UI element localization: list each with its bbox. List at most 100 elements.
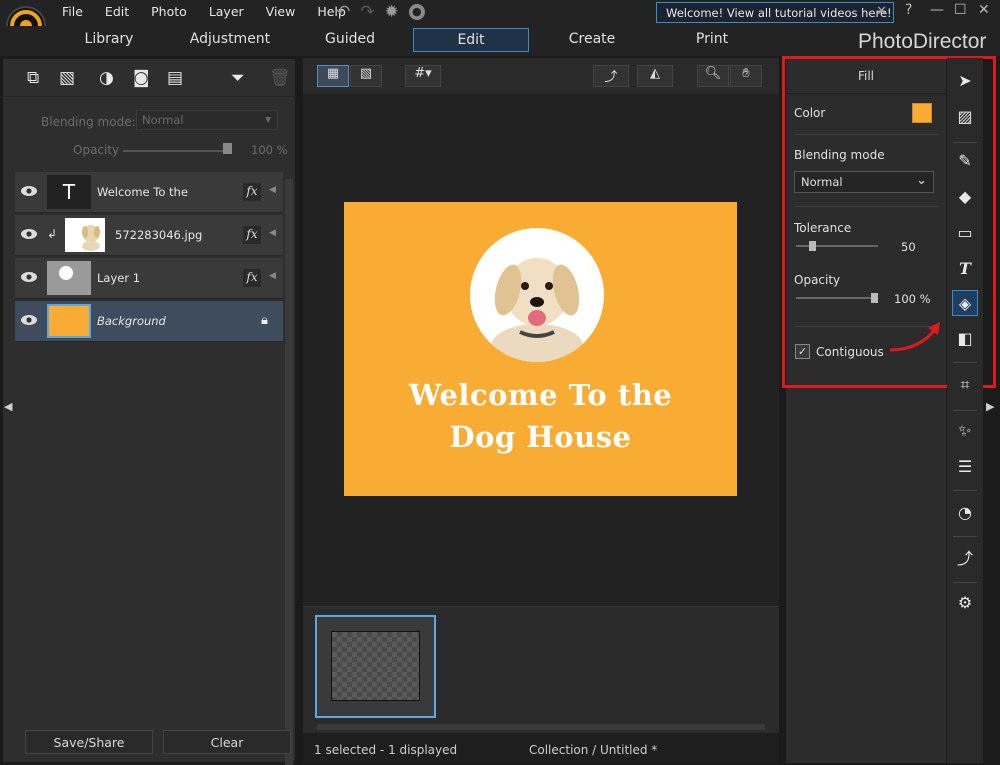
layer-fx-icon[interactable]: fx <box>243 183 261 201</box>
opacity-slider-thumb[interactable] <box>223 143 232 154</box>
layer-name: Background <box>97 314 166 328</box>
close-window-icon[interactable]: ✕ <box>978 2 990 18</box>
layer-mask-icon[interactable]: ◙ <box>133 68 150 88</box>
hand-pan-icon[interactable]: ✋︎ <box>730 65 762 87</box>
minimize-icon[interactable]: — <box>930 2 944 18</box>
flip-button[interactable]: ◭ <box>637 65 673 87</box>
tab-edit[interactable]: Edit <box>413 28 529 52</box>
fill-bucket-icon[interactable]: ◈ <box>952 290 978 316</box>
maximize-icon[interactable]: ☐ <box>954 2 967 18</box>
poster-title-line2: Dog House <box>449 420 632 454</box>
separator <box>953 142 977 143</box>
layers-toolbar: ⧉ ▧ ◑ ◙ ▤ ⏷ 🗑 <box>3 59 297 97</box>
layer-row-image[interactable]: ↲ 572283046.jpg fx ◀ <box>15 215 283 256</box>
delete-layer-icon[interactable]: 🗑 <box>269 68 291 88</box>
transparent-preview <box>331 631 420 701</box>
tab-create[interactable]: Create <box>542 28 642 52</box>
text-tool-icon[interactable]: T <box>952 256 978 282</box>
compare-view-button[interactable]: ▧ <box>350 65 382 87</box>
close-notice-icon[interactable]: ✕ <box>876 4 887 19</box>
effects-circle-icon[interactable]: ◔ <box>952 500 978 526</box>
filmstrip-scrollbar[interactable] <box>317 724 765 730</box>
brush-icon[interactable]: ✎ <box>952 148 978 174</box>
rotate-button[interactable]: ⤴ <box>593 65 629 87</box>
add-layer-icon[interactable]: ⧉ <box>27 68 39 88</box>
gradient-icon[interactable]: ◧ <box>952 326 978 352</box>
blending-mode-select[interactable]: Normal ▾ <box>136 110 278 130</box>
tab-adjustment[interactable]: Adjustment <box>180 28 280 52</box>
clear-button[interactable]: Clear <box>163 730 291 754</box>
filmstrip-thumbnail[interactable] <box>315 615 436 718</box>
separator <box>953 410 977 411</box>
redo-icon[interactable]: ↷ <box>360 3 374 21</box>
selection-brush-icon[interactable]: ▨ <box>952 104 978 130</box>
layer-name: Layer 1 <box>97 271 141 285</box>
quick-toolbar: ↶ ↷ ✹ ● <box>336 3 425 21</box>
layers-panel: ⧉ ▧ ◑ ◙ ▤ ⏷ 🗑 Blending mode: Normal ▾ Op… <box>2 58 297 765</box>
crop-icon[interactable]: ⌗ <box>952 372 978 398</box>
menu-bar: File Edit Photo Layer View Help <box>62 4 368 19</box>
select-arrow-icon[interactable]: ➤ <box>952 68 978 94</box>
opacity-slider-track[interactable] <box>123 150 231 152</box>
text-layer-thumbnail: T <box>47 175 91 209</box>
tool-strip: ➤ ▨ ✎ ◆ ▭ T ◈ ◧ ⌗ ✨︎ ☰ ◔ ⤴ ⚙ <box>947 58 983 763</box>
canvas-region: ▦ ▧ #▾ ⤴ ◭ 🔍︎ ✋︎ Welcome To the Dog Hous… <box>303 58 779 763</box>
tab-guided[interactable]: Guided <box>300 28 400 52</box>
menu-layer[interactable]: Layer <box>209 4 244 19</box>
separator <box>953 582 977 583</box>
eye-icon[interactable] <box>20 270 38 284</box>
poster-title-line1: Welcome To the <box>408 378 673 412</box>
expand-arrow-icon[interactable]: ◀ <box>269 228 276 238</box>
transform-icon[interactable]: ⤴ <box>952 546 978 572</box>
background-thumbnail <box>47 304 91 338</box>
layer-effects-icon[interactable]: ◑ <box>99 68 114 88</box>
canvas-area[interactable]: Welcome To the Dog House <box>303 94 779 606</box>
help-icon[interactable]: ? <box>905 2 912 18</box>
eye-icon[interactable] <box>20 227 38 241</box>
menu-file[interactable]: File <box>62 4 83 19</box>
tutorial-notice-text: Welcome! View all tutorial videos here! <box>666 6 892 20</box>
blending-mode-value: Normal <box>142 113 184 127</box>
layer-name: 572283046.jpg <box>115 228 203 242</box>
adjustments-sliders-icon[interactable]: ☰ <box>952 454 978 480</box>
eye-icon[interactable] <box>20 184 38 198</box>
opacity-value: 100 % <box>251 143 288 157</box>
blending-mode-label: Blending mode: <box>41 115 136 129</box>
undo-icon[interactable]: ↶ <box>336 3 350 21</box>
zoom-icon[interactable]: 🔍︎ <box>697 65 729 87</box>
menu-photo[interactable]: Photo <box>151 4 187 19</box>
settings-gear-icon[interactable]: ⚙ <box>952 590 978 616</box>
layer-row-text[interactable]: T Welcome To the fx ◀ <box>15 172 283 213</box>
add-image-layer-icon[interactable]: ▧ <box>59 68 75 88</box>
collapse-left-icon[interactable]: ◀ <box>4 400 12 413</box>
tab-library[interactable]: Library <box>60 28 158 52</box>
layer-fx-icon[interactable]: fx <box>243 226 261 244</box>
collapse-right-icon[interactable]: ▶ <box>986 400 994 413</box>
expand-arrow-icon[interactable]: ◀ <box>269 271 276 281</box>
grid-button[interactable]: #▾ <box>405 65 441 87</box>
tutorial-notice[interactable]: Welcome! View all tutorial videos here! … <box>656 2 894 23</box>
layer-fx-icon[interactable]: fx <box>243 269 261 287</box>
eraser-icon[interactable]: ◆ <box>952 184 978 210</box>
filmstrip <box>303 606 779 733</box>
filter-icon[interactable]: ⏷ <box>231 68 245 88</box>
layer-menu-icon[interactable]: ▤ <box>167 68 183 88</box>
selection-status: 1 selected - 1 displayed <box>314 743 458 757</box>
layer-row-background[interactable]: Background 🔒︎ <box>15 301 283 342</box>
notification-icon[interactable]: ● <box>408 4 425 20</box>
save-share-button[interactable]: Save/Share <box>25 730 153 754</box>
lock-icon[interactable]: 🔒︎ <box>261 313 268 328</box>
menu-edit[interactable]: Edit <box>105 4 129 19</box>
separator <box>953 536 977 537</box>
rectangle-icon[interactable]: ▭ <box>952 220 978 246</box>
expand-arrow-icon[interactable]: ◀ <box>269 185 276 195</box>
menu-view[interactable]: View <box>266 4 296 19</box>
eye-icon[interactable] <box>20 313 38 327</box>
magic-wand-icon[interactable]: ✨︎ <box>952 418 978 444</box>
tab-print[interactable]: Print <box>662 28 762 52</box>
settings-sun-icon[interactable]: ✹ <box>385 3 399 21</box>
poster-canvas[interactable]: Welcome To the Dog House <box>344 202 737 496</box>
layers-scrollbar[interactable] <box>285 179 293 765</box>
single-view-button[interactable]: ▦ <box>317 65 349 87</box>
layer-row-layer1[interactable]: Layer 1 fx ◀ <box>15 258 283 299</box>
